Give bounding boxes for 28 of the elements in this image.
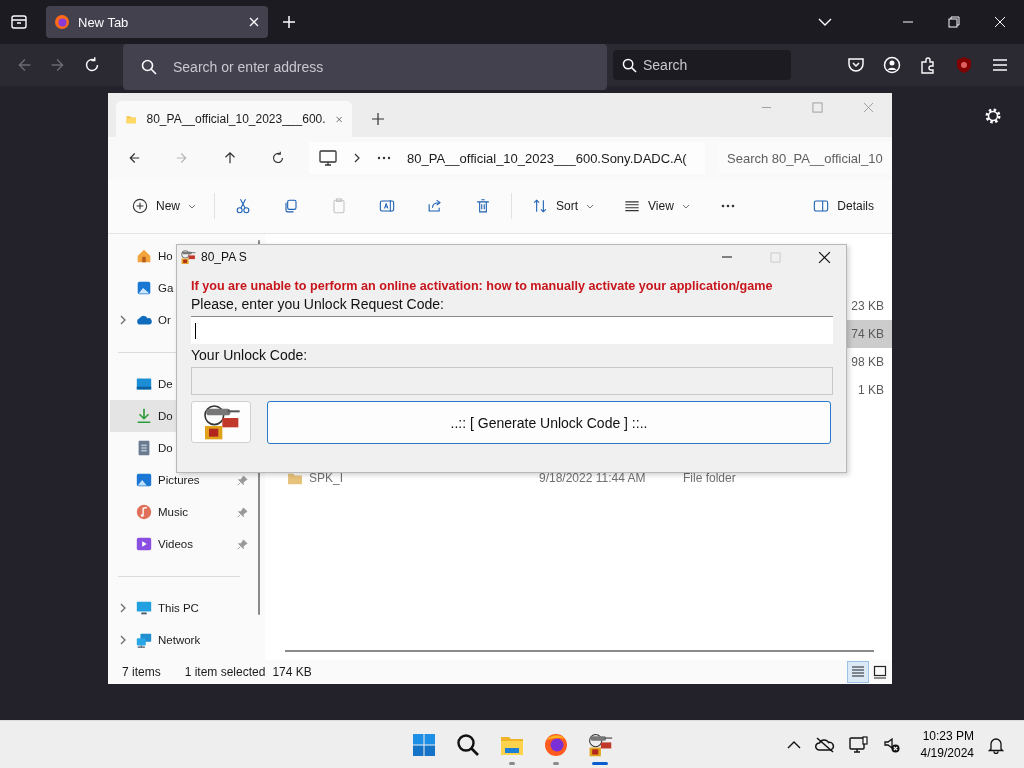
notice-text: If you are unable to perform an online activation: how to manually activate your application/game: [191, 279, 774, 293]
file-date: 9/18/2022 11:44 AM: [539, 471, 647, 485]
field-label: Please, enter you Unlock Request Code:: [191, 296, 445, 312]
item-label: This PC: [158, 602, 199, 614]
file-size: 98 KB: [851, 355, 884, 369]
file-name: SPK_I: [309, 471, 345, 485]
selection-size: 174 KB: [272, 665, 312, 679]
file-size: 1 KB: [858, 383, 884, 397]
item-label: Or: [158, 314, 171, 326]
window-title: 80_PA S: [201, 250, 247, 264]
file-type: File folder: [683, 471, 736, 485]
item-label: Do: [158, 410, 173, 422]
item-label: Ho: [158, 250, 173, 262]
item-label: De: [158, 378, 173, 390]
item-label: Music: [158, 506, 189, 518]
file-size: 74 KB: [851, 327, 884, 341]
item-label: Pictures: [158, 474, 200, 486]
item-label: Do: [158, 442, 173, 454]
item-count: 7 items: [122, 665, 161, 679]
tab-title: New Tab: [78, 14, 129, 30]
selection-count: 1 item selected: [184, 665, 266, 679]
item-label: Ga: [158, 282, 174, 294]
tab-title: 80_PA__official_10_2023___600.: [146, 112, 326, 126]
field-label: Your Unlock Code:: [191, 347, 309, 363]
item-label: Network: [158, 634, 201, 646]
item-label: Videos: [158, 538, 193, 550]
path-text: 80_PA__official_10_2023___600.Sony.DADC.A(: [407, 150, 687, 166]
file-size: 23 KB: [851, 299, 884, 313]
